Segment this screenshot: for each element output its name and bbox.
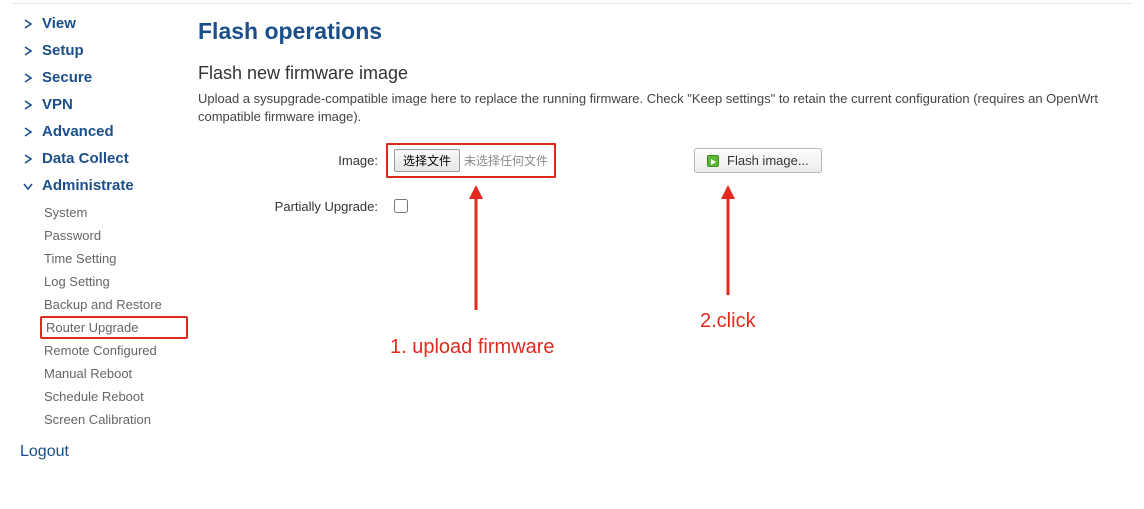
chevron-right-icon — [20, 97, 36, 113]
sidebar-group-label: Data Collect — [42, 150, 129, 167]
sidebar-item-backup-restore[interactable]: Backup and Restore — [40, 293, 188, 316]
sidebar-group-view[interactable]: View — [18, 10, 188, 37]
sidebar-submenu-administrate: System Password Time Setting Log Setting… — [40, 199, 188, 433]
sidebar-group-label: Administrate — [42, 177, 134, 194]
image-upload-row: Image: 选择文件 未选择任何文件 Flash image... — [198, 143, 1126, 178]
partial-upgrade-label: Partially Upgrade: — [198, 199, 378, 214]
sidebar-item-log-setting[interactable]: Log Setting — [40, 270, 188, 293]
sidebar-group-datacollect[interactable]: Data Collect — [18, 145, 188, 172]
sidebar-item-remote-configured[interactable]: Remote Configured — [40, 339, 188, 362]
chevron-right-icon — [20, 124, 36, 140]
flash-image-label: Flash image... — [727, 153, 809, 168]
sidebar-group-setup[interactable]: Setup — [18, 37, 188, 64]
logout-link[interactable]: Logout — [20, 441, 188, 463]
chevron-down-icon — [20, 178, 36, 194]
sidebar-group-label: Secure — [42, 69, 92, 86]
image-label: Image: — [198, 153, 378, 168]
sidebar-group-label: View — [42, 15, 76, 32]
sidebar-item-schedule-reboot[interactable]: Schedule Reboot — [40, 385, 188, 408]
page-title: Flash operations — [198, 18, 1126, 45]
sidebar-group-advanced[interactable]: Advanced — [18, 118, 188, 145]
partial-upgrade-row: Partially Upgrade: — [198, 196, 1126, 216]
sidebar-item-system[interactable]: System — [40, 201, 188, 224]
sidebar-group-label: Setup — [42, 42, 84, 59]
sidebar-group-label: VPN — [42, 96, 73, 113]
sidebar-group-label: Advanced — [42, 123, 114, 140]
partial-upgrade-checkbox[interactable] — [394, 199, 408, 213]
chevron-right-icon — [20, 70, 36, 86]
file-status-text: 未选择任何文件 — [464, 152, 548, 169]
sidebar-group-administrate[interactable]: Administrate — [18, 172, 188, 199]
section-title: Flash new firmware image — [198, 63, 1126, 84]
image-file-highlight: 选择文件 未选择任何文件 — [386, 143, 556, 178]
sidebar-item-router-upgrade[interactable]: Router Upgrade — [40, 316, 188, 339]
choose-file-button[interactable]: 选择文件 — [394, 149, 460, 172]
sidebar: View Setup Secure VPN Advanced Data Coll… — [18, 10, 188, 463]
sidebar-item-manual-reboot[interactable]: Manual Reboot — [40, 362, 188, 385]
chevron-right-icon — [20, 16, 36, 32]
top-divider — [12, 3, 1132, 4]
sidebar-item-password[interactable]: Password — [40, 224, 188, 247]
annotation-step1: 1. upload firmware — [390, 336, 555, 359]
chevron-right-icon — [20, 151, 36, 167]
sidebar-item-time-setting[interactable]: Time Setting — [40, 247, 188, 270]
sidebar-group-secure[interactable]: Secure — [18, 64, 188, 91]
flash-icon — [707, 155, 719, 167]
sidebar-group-vpn[interactable]: VPN — [18, 91, 188, 118]
sidebar-item-screen-calibration[interactable]: Screen Calibration — [40, 408, 188, 431]
section-description: Upload a sysupgrade-compatible image her… — [198, 90, 1126, 125]
main-content: Flash operations Flash new firmware imag… — [198, 18, 1126, 234]
annotation-step2: 2.click — [700, 310, 756, 333]
flash-image-button[interactable]: Flash image... — [694, 148, 822, 173]
chevron-right-icon — [20, 43, 36, 59]
